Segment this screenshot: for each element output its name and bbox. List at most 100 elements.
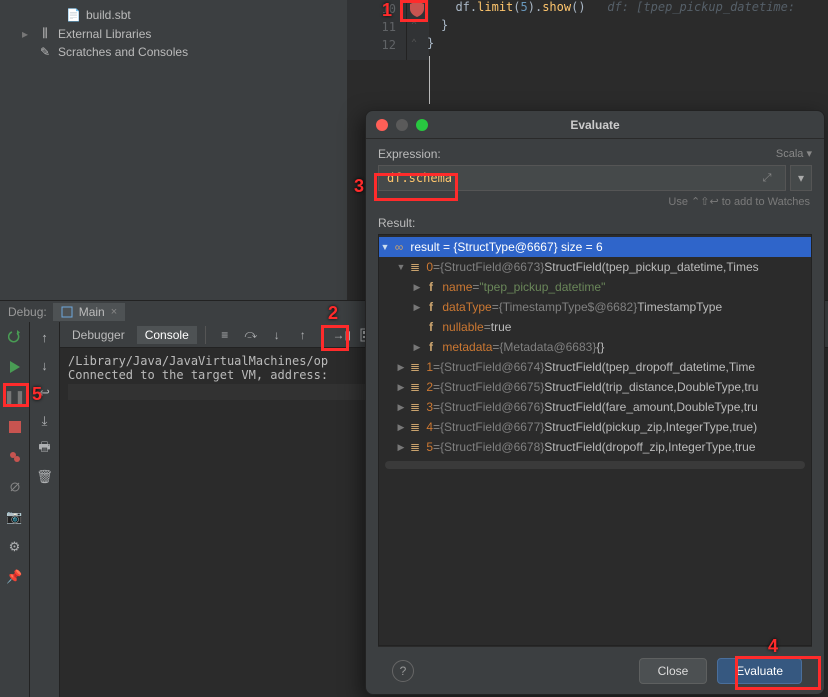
up-icon[interactable]: ↑ — [36, 328, 54, 346]
field-icon: f — [423, 300, 439, 314]
project-file-build-sbt[interactable]: 📄 build.sbt — [18, 6, 347, 24]
expression-history-dropdown[interactable]: ▾ — [790, 165, 812, 191]
step-into-icon[interactable]: ↓ — [266, 324, 288, 346]
chevron-right-icon: ▶ — [411, 342, 423, 353]
result-root[interactable]: ▼ ∞ result = {StructType@6667} size = 6 — [379, 237, 811, 257]
debug-run-gutter: ❚❚ 📷 ⚙ 📌 — [0, 322, 30, 697]
result-item-0[interactable]: ▼ ≣ 0 = {StructField@6673} StructField(t… — [379, 257, 811, 277]
chevron-right-icon: ▶ — [395, 362, 407, 373]
field-icon: f — [423, 340, 439, 354]
console-gutter: ↑ ↓ ↩ ⤓ 🖶 🗑 — [30, 322, 60, 697]
chevron-right-icon: ▶ — [411, 302, 423, 313]
sbt-file-icon: 📄 — [66, 8, 80, 22]
chevron-down-icon: ▼ — [379, 242, 391, 252]
debug-title: Debug: — [8, 305, 47, 319]
project-scratches-label: Scratches and Consoles — [58, 45, 188, 59]
evaluate-button[interactable]: Evaluate — [717, 658, 802, 684]
show-exec-point-icon[interactable]: ≡ — [214, 324, 236, 346]
editor: 10 11 12 ⌃ ⌃ df.limit(5).show() df: [tpe… — [347, 0, 828, 60]
rerun-button[interactable] — [6, 328, 24, 346]
array-item-icon: ≣ — [407, 260, 423, 274]
expression-label: Expression: — [378, 147, 441, 161]
project-external-libraries[interactable]: ▸ ⫼ External Libraries — [18, 24, 347, 43]
horizontal-scrollbar[interactable] — [385, 461, 805, 469]
resume-button[interactable] — [6, 358, 24, 376]
array-item-icon: ≣ — [407, 440, 423, 454]
window-close-icon[interactable] — [376, 119, 388, 131]
result-item-3[interactable]: ▶ ≣ 3 = {StructField@6676} StructField(f… — [379, 397, 811, 417]
print-icon[interactable]: 🖶 — [36, 440, 54, 458]
mute-breakpoints-button[interactable] — [6, 478, 24, 496]
debug-tab-main[interactable]: Main × — [53, 303, 125, 321]
evaluate-dialog: Evaluate Expression: Scala ▾ df.schema ⤢… — [365, 110, 825, 695]
view-breakpoints-button[interactable] — [6, 448, 24, 466]
dialog-titlebar[interactable]: Evaluate — [366, 111, 824, 139]
annotation-label-3: 3 — [354, 176, 364, 197]
line-number: 10 — [347, 0, 396, 18]
result-item-4[interactable]: ▶ ≣ 4 = {StructField@6677} StructField(p… — [379, 417, 811, 437]
object-icon: ∞ — [391, 240, 407, 254]
console-subtab[interactable]: Console — [137, 326, 197, 344]
array-item-icon: ≣ — [407, 360, 423, 374]
result-field-metadata[interactable]: ▶ f metadata = {Metadata@6683} {} — [379, 337, 811, 357]
editor-caret — [429, 56, 430, 104]
expand-icon[interactable]: ⤢ — [757, 171, 777, 185]
language-combo[interactable]: Scala ▾ — [776, 147, 812, 161]
camera-icon[interactable]: 📷 — [6, 508, 24, 526]
scratches-icon: ✎ — [38, 45, 52, 59]
result-label: Result: — [378, 216, 812, 230]
debug-tab-label: Main — [79, 305, 105, 319]
field-icon: f — [423, 280, 439, 294]
shortcut-hint: Use ⌃⇧↩ to add to Watches — [378, 191, 812, 212]
pin-icon[interactable]: 📌 — [6, 568, 24, 586]
step-out-icon[interactable]: ↑ — [292, 324, 314, 346]
result-tree[interactable]: ▼ ∞ result = {StructType@6667} size = 6 … — [378, 234, 812, 646]
soft-wrap-icon[interactable]: ↩ — [36, 384, 54, 402]
separator — [205, 326, 206, 344]
chevron-right-icon: ▶ — [395, 402, 407, 413]
window-minimize-icon[interactable] — [396, 119, 408, 131]
line-number: 12 — [347, 36, 396, 54]
clear-icon[interactable]: 🗑 — [36, 468, 54, 486]
result-field-nullable[interactable]: f nullable = true — [379, 317, 811, 337]
array-item-icon: ≣ — [407, 400, 423, 414]
expression-input[interactable]: df.schema ⤢ — [378, 165, 786, 191]
run-to-cursor-icon[interactable]: →▮ — [331, 324, 353, 346]
breakpoint-shield-icon[interactable] — [409, 1, 425, 17]
stop-button[interactable] — [6, 418, 24, 436]
editor-gutter: 10 11 12 — [347, 0, 407, 60]
project-ext-label: External Libraries — [58, 27, 151, 41]
array-item-icon: ≣ — [407, 420, 423, 434]
libraries-icon: ⫼ — [38, 26, 52, 41]
result-item-2[interactable]: ▶ ≣ 2 = {StructField@6675} StructField(t… — [379, 377, 811, 397]
separator — [322, 326, 323, 344]
result-field-datatype[interactable]: ▶ f dataType = {TimestampType$@6682} Tim… — [379, 297, 811, 317]
dialog-title: Evaluate — [570, 118, 619, 132]
close-button[interactable]: Close — [639, 658, 708, 684]
result-field-name[interactable]: ▶ f name = "tpep_pickup_datetime" — [379, 277, 811, 297]
pause-button[interactable]: ❚❚ — [6, 388, 24, 406]
window-zoom-icon[interactable] — [416, 119, 428, 131]
chevron-right-icon: ▶ — [395, 442, 407, 453]
close-icon[interactable]: × — [111, 306, 117, 318]
window-controls — [376, 119, 428, 131]
expression-label-row: Expression: Scala ▾ — [378, 147, 812, 161]
field-icon: f — [423, 320, 439, 334]
result-item-1[interactable]: ▶ ≣ 1 = {StructField@6674} StructField(t… — [379, 357, 811, 377]
debugger-subtab[interactable]: Debugger — [64, 326, 133, 344]
scroll-to-end-icon[interactable]: ⤓ — [36, 412, 54, 430]
expression-text: df.schema — [387, 171, 452, 185]
help-button[interactable]: ? — [392, 660, 414, 682]
line-number: 11 — [347, 18, 396, 36]
step-over-icon[interactable]: ⤼ — [240, 324, 262, 346]
project-scratches[interactable]: ✎ Scratches and Consoles — [18, 43, 347, 61]
inline-type-hint: df: [tpep_pickup_datetime: — [607, 0, 795, 14]
editor-code[interactable]: df.limit(5).show() df: [tpep_pickup_date… — [429, 0, 828, 54]
chevron-right-icon: ▶ — [395, 422, 407, 433]
settings-icon[interactable]: ⚙ — [6, 538, 24, 556]
fold-icon[interactable]: ⌃ — [411, 20, 417, 31]
result-item-5[interactable]: ▶ ≣ 5 = {StructField@6678} StructField(d… — [379, 437, 811, 457]
dialog-footer: ? Close Evaluate — [378, 646, 812, 694]
project-tool-window: 📄 build.sbt ▸ ⫼ External Libraries ✎ Scr… — [0, 0, 347, 300]
down-icon[interactable]: ↓ — [36, 356, 54, 374]
